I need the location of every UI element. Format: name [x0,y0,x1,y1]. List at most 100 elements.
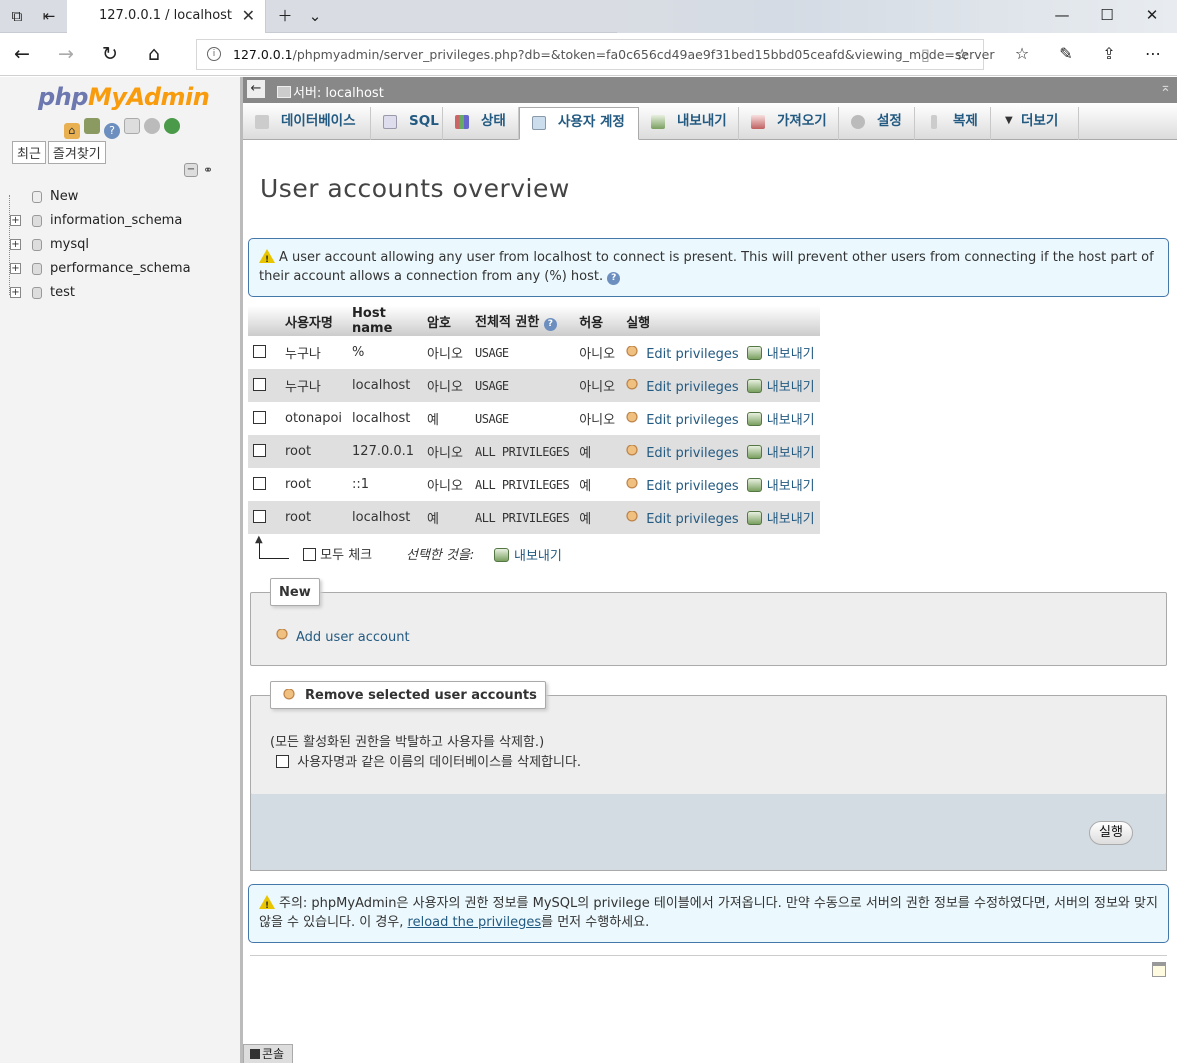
export-user-link[interactable]: 내보내기 [746,511,815,527]
drop-db-option[interactable]: 사용자명과 같은 이름의 데이터베이스를 삭제합니다. [276,751,581,770]
back-icon[interactable]: ← [10,43,34,67]
tree-item-mysql[interactable]: + mysql [8,233,191,257]
minimize-icon[interactable]: — [1040,4,1084,28]
share-icon[interactable]: ⇪ [1097,43,1121,67]
tab-more[interactable]: ▼ 더보기 [991,107,1079,140]
pen-icon[interactable]: ✎ [1054,43,1078,67]
check-all-control[interactable]: 모두 체크 [303,544,372,563]
row-checkbox[interactable] [248,501,280,534]
console-toggle[interactable]: 콘솔 [243,1044,293,1063]
favorites-hub-icon[interactable]: ☆ [1010,43,1034,67]
reading-view-icon[interactable]: ▯ [921,45,930,64]
home-icon[interactable]: ⌂ [64,123,80,139]
tree-item-label[interactable]: performance_schema [50,261,191,276]
new-tab-icon[interactable]: ＋ [274,6,296,28]
logout-icon[interactable] [84,118,100,134]
checkbox[interactable] [253,510,266,523]
expand-icon[interactable]: + [10,263,21,274]
edit-privileges-link[interactable]: Edit privileges [626,478,739,494]
expand-icon[interactable]: + [10,215,21,226]
phpmyadmin-logo[interactable]: phpMyAdmin [38,83,210,111]
edit-privileges-link[interactable]: Edit privileges [626,511,739,527]
checkbox[interactable] [253,477,266,490]
tab-list-chevron-icon[interactable]: ⌄ [304,6,326,28]
close-tab-icon[interactable]: ✕ [242,6,255,25]
breadcrumb[interactable]: 서버: localhost [277,82,384,101]
site-info-icon[interactable]: i [207,47,221,61]
tree-item-test[interactable]: + test [8,281,191,305]
recent-button[interactable]: 최근 [12,141,46,164]
help-icon[interactable]: ? [543,318,557,331]
gear-icon[interactable] [144,118,160,134]
refresh-icon[interactable]: ↻ [98,43,122,67]
row-checkbox[interactable] [248,402,280,435]
collapse-all-icon[interactable]: − [184,163,198,177]
add-user-account-link[interactable]: Add user account [276,629,410,645]
expand-icon[interactable]: + [10,287,21,298]
export-user-link[interactable]: 내보내기 [746,478,815,494]
set-aside-tabs-icon[interactable]: ⇤ [38,6,60,28]
expand-icon[interactable]: + [10,239,21,250]
checkbox[interactable] [276,755,289,768]
tab-user-accounts[interactable]: 사용자 계정 [519,107,639,140]
header-password[interactable]: 암호 [422,306,471,336]
tab-settings[interactable]: 설정 [839,107,915,140]
tab-replication[interactable]: 복제 [915,107,991,140]
tree-item-new[interactable]: New [8,185,191,209]
export-user-link[interactable]: 내보내기 [746,379,815,395]
go-button[interactable]: 실행 [1089,821,1133,845]
tab-status[interactable]: 상태 [443,107,519,140]
more-menu-icon[interactable]: ⋯ [1141,43,1165,67]
tree-item-label[interactable]: test [50,285,75,300]
header-user[interactable]: 사용자명 [280,306,348,336]
reload-privileges-link[interactable]: reload the privileges [408,915,542,930]
home-icon[interactable]: ⌂ [142,43,166,67]
checkbox[interactable] [253,378,266,391]
row-checkbox[interactable] [248,336,280,369]
tree-item-information-schema[interactable]: + information_schema [8,209,191,233]
checkbox[interactable] [253,345,266,358]
edit-privileges-link[interactable]: Edit privileges [626,412,739,428]
tree-item-performance-schema[interactable]: + performance_schema [8,257,191,281]
close-window-icon[interactable]: ✕ [1130,4,1174,28]
tree-item-label[interactable]: information_schema [50,213,182,228]
link-with-main-icon[interactable]: ⚭ [203,163,213,177]
maximize-icon[interactable]: ☐ [1085,4,1129,28]
with-selected-export-button[interactable]: 내보내기 [494,545,562,564]
tab-actions-icon[interactable]: ⧉ [6,6,28,28]
tab-databases[interactable]: 데이터베이스 [243,107,371,140]
export-user-link[interactable]: 내보내기 [746,412,815,428]
tab-export[interactable]: 내보내기 [639,107,739,140]
print-view-icon[interactable] [1152,962,1166,977]
edit-privileges-link[interactable]: Edit privileges [626,445,739,461]
row-checkbox[interactable] [248,369,280,402]
scroll-top-icon[interactable]: ⌅ [1160,80,1171,95]
docs-icon[interactable] [124,118,140,134]
header-grant[interactable]: 허용 [574,306,622,336]
drop-db-label[interactable]: 사용자명과 같은 이름의 데이터베이스를 삭제합니다. [297,755,581,770]
tab-import[interactable]: 가져오기 [739,107,839,140]
reload-icon[interactable] [164,118,180,134]
favorite-star-icon[interactable]: ☆ [955,45,969,64]
edit-privileges-link[interactable]: Edit privileges [626,379,739,395]
checkbox[interactable] [253,444,266,457]
checkbox[interactable] [253,411,266,424]
tab-sql[interactable]: SQL [371,107,443,140]
help-icon[interactable]: ? [607,272,621,285]
check-all-label[interactable]: 모두 체크 [320,548,372,563]
row-checkbox[interactable] [248,468,280,501]
edit-privileges-link[interactable]: Edit privileges [626,346,739,362]
browser-tab-active[interactable]: 127.0.0.1 / localhost | ph ✕ [67,0,266,33]
tree-item-label[interactable]: New [50,189,78,204]
row-checkbox[interactable] [248,435,280,468]
collapse-nav-icon[interactable]: ← [247,80,265,98]
export-user-link[interactable]: 내보내기 [746,445,815,461]
forward-icon[interactable]: → [54,43,78,67]
tree-item-label[interactable]: mysql [50,237,89,252]
checkbox[interactable] [303,548,316,561]
favorites-button[interactable]: 즐겨찾기 [47,141,106,164]
help-icon[interactable]: ? [104,123,120,139]
export-user-link[interactable]: 내보내기 [746,346,815,362]
url-input[interactable]: i 127.0.0.1/phpmyadmin/server_privileges… [196,39,994,70]
header-host[interactable]: Host name [347,306,423,336]
